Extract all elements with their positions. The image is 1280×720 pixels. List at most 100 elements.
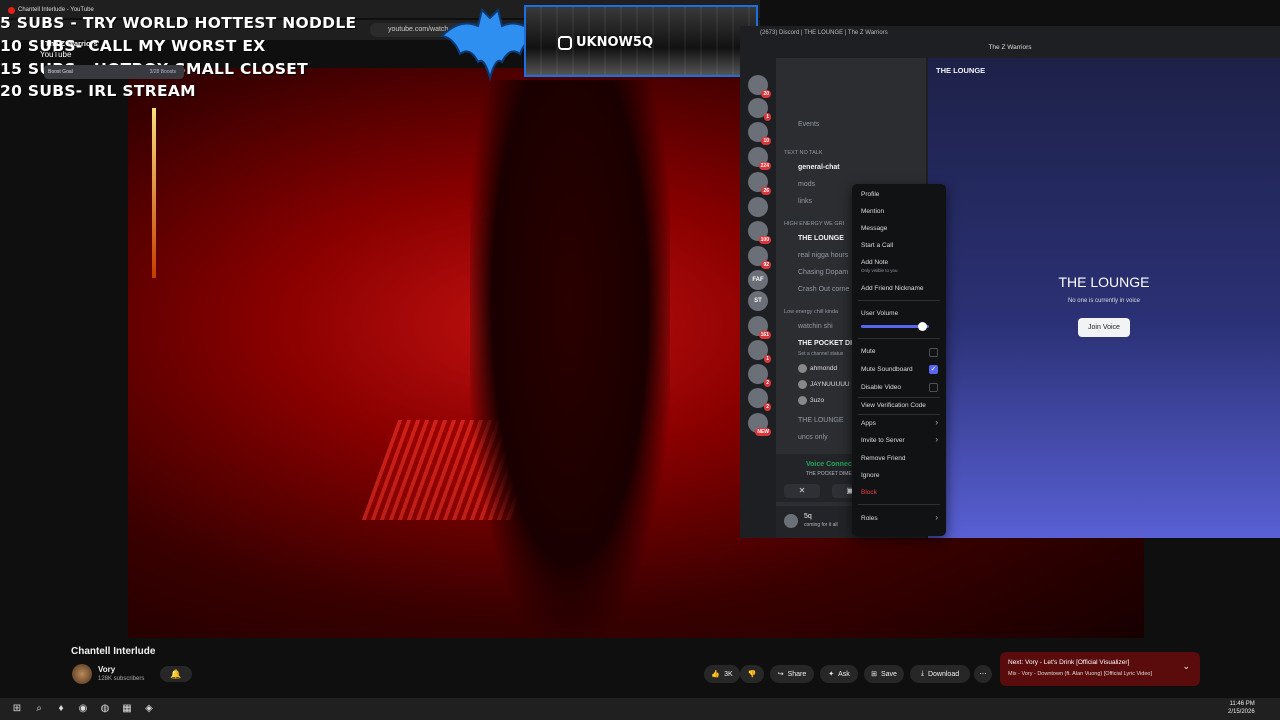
menu-invite[interactable]: Invite to Server	[861, 437, 905, 444]
category-text[interactable]: TEXT NO TALK	[784, 150, 823, 156]
mute-checkbox[interactable]	[929, 348, 938, 357]
server-icon[interactable]: 2	[748, 364, 771, 387]
menu-mention[interactable]: Mention	[861, 208, 884, 215]
voice-channel-lounge-2[interactable]: THE LOUNGE	[798, 417, 844, 424]
next-title: Next: Vory - Let's Drink [Official Visua…	[1008, 659, 1130, 666]
windows-start-icon[interactable]: ⊞	[10, 702, 24, 716]
dislike-button[interactable]: 👎	[740, 665, 764, 683]
server-icon[interactable]: 10	[748, 122, 771, 145]
search-icon[interactable]: ⌕	[32, 702, 46, 716]
video-title: Chantell Interlude	[71, 646, 156, 657]
server-icon[interactable]: 92	[748, 246, 771, 269]
voice-channel-chasing[interactable]: Chasing Dopam	[798, 269, 848, 276]
notification-badge: 26	[761, 187, 771, 195]
menu-profile[interactable]: Profile	[861, 191, 879, 198]
avatar[interactable]	[72, 664, 92, 684]
thumbs-up-icon: 👍	[711, 671, 721, 678]
voice-channel-real[interactable]: real nigga hours	[798, 252, 848, 259]
volume-slider-handle[interactable]	[917, 322, 927, 331]
server-icon[interactable]: NEW	[748, 413, 771, 436]
stage-title: THE LOUNGE	[1058, 274, 1150, 290]
sub-goal-2: 10 SUBS- CALL MY WORST EX	[0, 37, 266, 55]
voice-channel-uncs[interactable]: uncs only	[798, 434, 828, 441]
notification-badge: 1	[764, 113, 771, 121]
menu-message[interactable]: Message	[861, 225, 887, 232]
menu-add-note[interactable]: Add Note	[861, 259, 888, 266]
sparkle-icon: ✦	[828, 671, 835, 678]
chevron-down-icon[interactable]: ⌄	[1182, 661, 1190, 672]
server-name[interactable]: The Z Warriors	[45, 39, 98, 48]
voice-user[interactable]: JAYNUUUUU	[798, 380, 850, 389]
avatar	[798, 364, 807, 373]
stage-header: THE LOUNGE	[936, 66, 986, 75]
server-icon[interactable]: 1	[748, 98, 771, 121]
category-high-energy[interactable]: HIGH ENERGY WE GRI	[784, 221, 844, 227]
server-icon[interactable]: 20	[748, 75, 771, 98]
like-button[interactable]: 👍 3K	[704, 665, 740, 683]
server-icon[interactable]: ST	[748, 291, 768, 311]
menu-friend-nickname[interactable]: Add Friend Nickname	[861, 285, 924, 292]
menu-remove-friend[interactable]: Remove Friend	[861, 455, 905, 462]
app-icon[interactable]: ▦	[120, 702, 134, 716]
bell-icon[interactable]: 🔔	[160, 666, 192, 682]
app-icon[interactable]: ◍	[98, 702, 112, 716]
menu-verification-code[interactable]: View Verification Code	[861, 402, 926, 409]
notification-badge: 161	[758, 331, 771, 339]
server-icon[interactable]	[748, 197, 768, 217]
join-voice-button[interactable]: Join Voice	[1078, 318, 1130, 337]
channel-links[interactable]: links	[798, 198, 812, 205]
channel-status[interactable]: Set a channel status	[798, 351, 843, 357]
avatar[interactable]	[784, 514, 798, 528]
server-icon[interactable]: FAF	[748, 270, 768, 290]
menu-ignore[interactable]: Ignore	[861, 472, 879, 479]
ask-button[interactable]: ✦ Ask	[820, 665, 858, 683]
server-icon[interactable]: 161	[748, 316, 771, 339]
up-next-card[interactable]: Next: Vory - Let's Drink [Official Visua…	[1000, 652, 1200, 686]
menu-disable-video[interactable]: Disable Video	[861, 384, 901, 391]
share-button[interactable]: ↪ Share	[770, 665, 814, 683]
voice-channel-the-lounge[interactable]: THE LOUNGE	[798, 235, 844, 242]
notification-badge: 20	[761, 90, 771, 98]
app-icon[interactable]: ♦	[54, 702, 68, 716]
server-icon[interactable]: 1	[748, 340, 771, 363]
server-icon[interactable]: 2	[748, 388, 771, 411]
menu-block[interactable]: Block	[861, 489, 877, 496]
mute-soundboard-checkbox[interactable]: ✓	[929, 365, 938, 374]
menu-mute[interactable]: Mute	[861, 348, 875, 355]
youtube-favicon-icon	[8, 6, 15, 14]
taskbar	[0, 698, 1280, 720]
download-button[interactable]: ⤓ Download	[910, 665, 970, 683]
more-button[interactable]: ⋯	[974, 665, 992, 683]
channel-general-chat[interactable]: general-chat	[798, 164, 840, 171]
video-person	[470, 80, 670, 638]
user-name: 5q	[804, 513, 812, 520]
server-icon[interactable]: 100	[748, 221, 771, 244]
avatar	[798, 380, 807, 389]
stage-subtitle: No one is currently in voice	[1067, 298, 1141, 304]
events-item[interactable]: Events	[798, 121, 819, 128]
save-button[interactable]: ⊞ Save	[864, 665, 904, 683]
voice-user[interactable]: 3uzo	[798, 396, 824, 405]
notification-badge: 1	[764, 355, 771, 363]
voice-user[interactable]: ahmondd	[798, 364, 837, 373]
voice-channel-watchin[interactable]: watchin shi	[798, 323, 833, 330]
disable-video-checkbox[interactable]	[929, 383, 938, 392]
channel-name[interactable]: Vory	[98, 665, 115, 674]
category-low-energy[interactable]: Low energy chill kinda	[784, 309, 838, 315]
channel-mods[interactable]: mods	[798, 181, 815, 188]
app-icon[interactable]: ◉	[76, 702, 90, 716]
share-icon: ↪	[777, 671, 784, 678]
voice-channel-crash[interactable]: Crash Out corne	[798, 286, 849, 293]
taskbar-clock[interactable]: 11:46 PM 2/15/2026	[1228, 700, 1255, 716]
server-icon[interactable]: 26	[748, 172, 771, 195]
camera-off-icon[interactable]: ✕	[784, 484, 820, 498]
voice-channel-pocket[interactable]: THE POCKET DI	[798, 340, 852, 347]
streamer-handle: UKNOW5Q	[576, 35, 653, 50]
boost-goal-bar[interactable]: Boost Goal 3/28 Boosts	[44, 65, 184, 79]
menu-roles[interactable]: Roles	[861, 515, 878, 522]
server-icon[interactable]: 224	[748, 147, 771, 170]
menu-start-call[interactable]: Start a Call	[861, 242, 893, 249]
menu-mute-soundboard[interactable]: Mute Soundboard	[861, 366, 913, 373]
brave-browser-icon[interactable]: ◈	[142, 702, 156, 716]
menu-apps[interactable]: Apps	[861, 420, 876, 427]
